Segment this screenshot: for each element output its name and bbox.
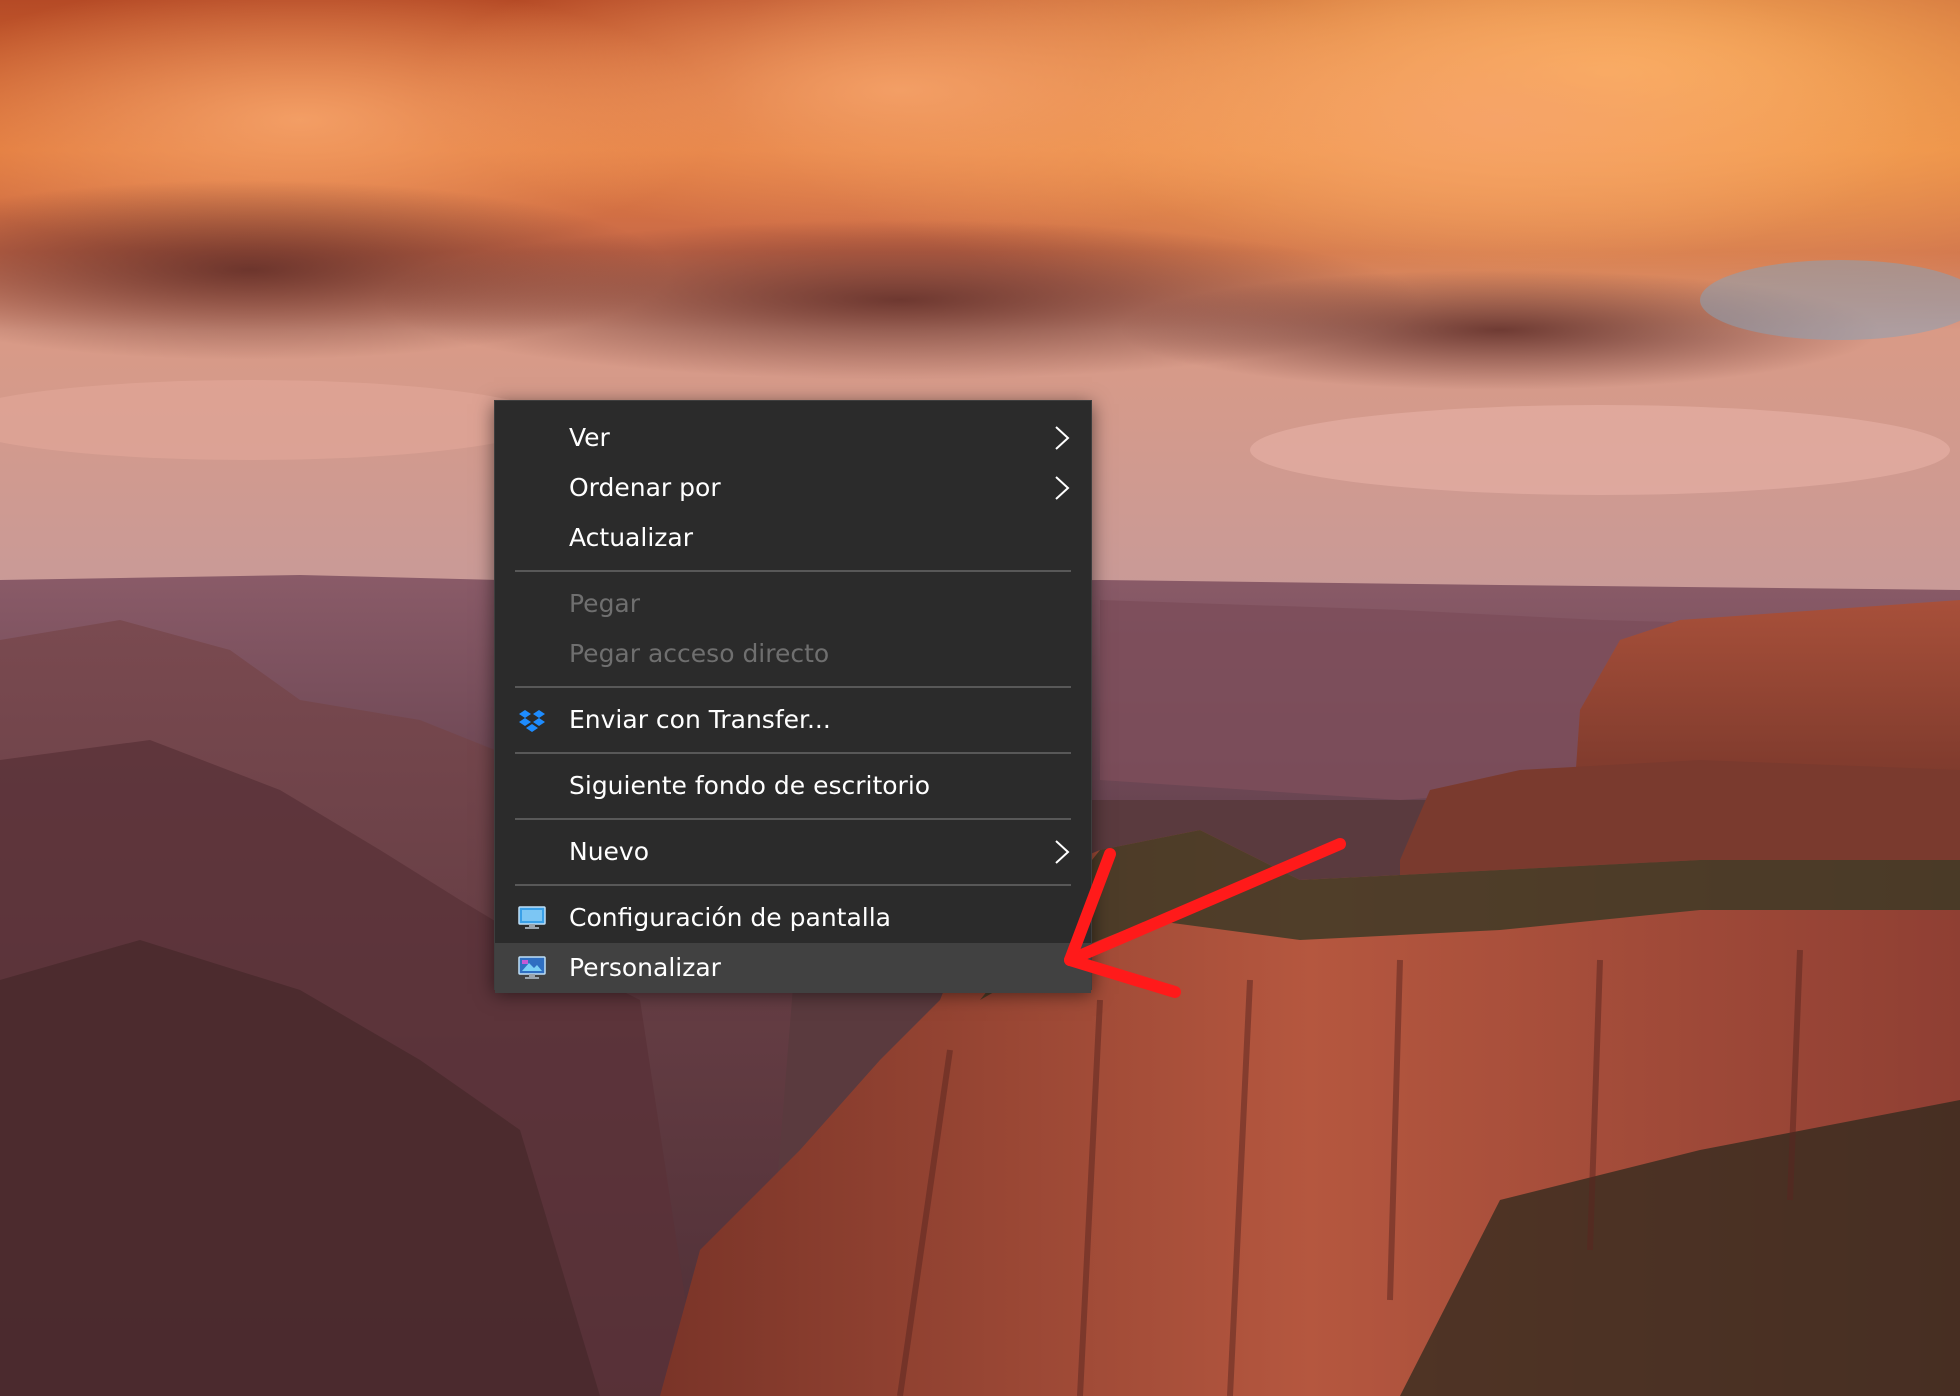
menu-item-enviar-con-transfer[interactable]: Enviar con Transfer... [495,695,1091,745]
menu-item-ordenar-por[interactable]: Ordenar por [495,463,1091,513]
menu-item-label: Actualizar [569,523,693,552]
menu-item-label: Pegar [569,589,641,618]
chevron-right-icon [1055,426,1070,450]
menu-item-label: Ordenar por [569,473,721,502]
chevron-right-icon [1055,476,1070,500]
menu-separator [515,686,1071,688]
menu-separator [515,570,1071,572]
menu-item-nuevo[interactable]: Nuevo [495,827,1091,877]
red-arrow-icon [1064,838,1346,998]
menu-item-label: Ver [569,423,610,452]
menu-item-configuracion-pantalla[interactable]: Configuración de pantalla [495,893,1091,943]
menu-item-label: Personalizar [569,953,721,982]
menu-item-siguiente-fondo[interactable]: Siguiente fondo de escritorio [495,761,1091,811]
menu-item-label: Pegar acceso directo [569,639,830,668]
menu-item-pegar-acceso-directo: Pegar acceso directo [495,629,1091,679]
desktop-context-menu: Ver Ordenar por Actualizar Pegar Pegar a… [494,400,1092,993]
menu-separator [515,884,1071,886]
menu-item-label: Configuración de pantalla [569,903,891,932]
menu-item-label: Enviar con Transfer... [569,705,831,734]
menu-item-ver[interactable]: Ver [495,413,1091,463]
menu-item-label: Nuevo [569,837,650,866]
menu-item-pegar: Pegar [495,579,1091,629]
menu-item-personalizar[interactable]: Personalizar [495,943,1091,993]
menu-item-label: Siguiente fondo de escritorio [569,771,931,800]
menu-separator [515,752,1071,754]
menu-item-actualizar[interactable]: Actualizar [495,513,1091,563]
personalize-icon [518,956,546,979]
display-settings-icon [518,906,546,929]
menu-separator [515,818,1071,820]
dropbox-icon [519,710,545,732]
